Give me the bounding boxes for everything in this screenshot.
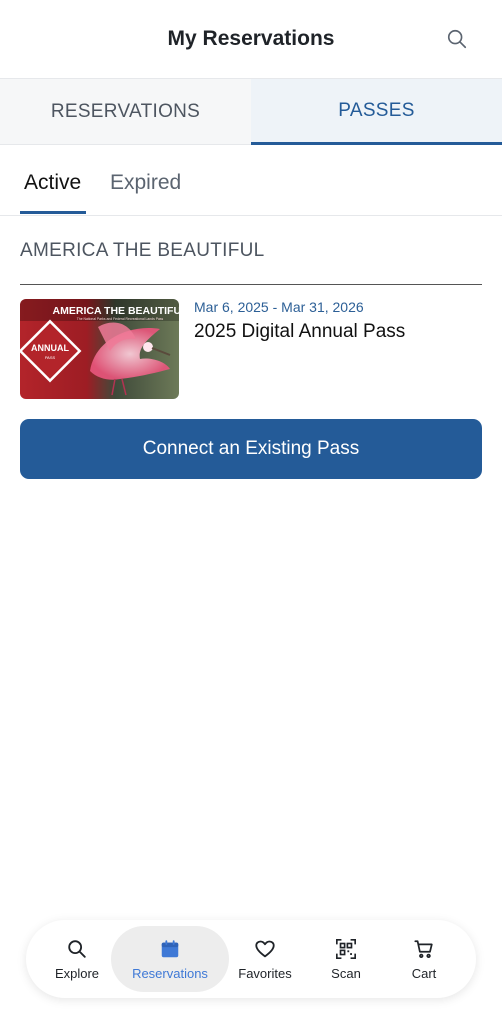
nav-item-scan[interactable]: Scan <box>310 926 382 992</box>
bottom-nav: Explore Reservations Favorites Scan Cart <box>26 920 476 998</box>
thumb-subtitle: The National Parks and Federal Recreatio… <box>77 317 164 321</box>
tab-passes[interactable]: PASSES <box>251 79 502 145</box>
section-title: AMERICA THE BEAUTIFUL <box>20 240 265 261</box>
pass-thumbnail: AMERICA THE BEAUTIFUL The National Parks… <box>20 299 179 399</box>
main-tab-bar: RESERVATIONS PASSES <box>0 79 502 145</box>
thumb-badge: ANNUAL <box>31 343 69 353</box>
nav-label-cart: Cart <box>411 965 437 981</box>
pass-dates: Mar 6, 2025 - Mar 31, 2026 <box>194 299 364 315</box>
nav-label-reservations: Reservations <box>132 965 208 981</box>
tab-passes-label: PASSES <box>338 99 415 121</box>
search-icon <box>68 939 86 958</box>
tab-reservations-label: RESERVATIONS <box>50 100 201 122</box>
qr-code-icon <box>336 938 356 959</box>
nav-label-favorites: Favorites <box>238 965 292 981</box>
pass-thumbnail-image: AMERICA THE BEAUTIFUL The National Parks… <box>20 299 179 399</box>
nav-item-favorites[interactable]: Favorites <box>229 926 301 992</box>
subtab-active[interactable]: Active <box>24 171 81 195</box>
calendar-icon <box>161 939 179 957</box>
nav-label-explore: Explore <box>54 965 100 981</box>
nav-label-scan: Scan <box>331 965 361 981</box>
active-tab-indicator <box>20 211 86 214</box>
heart-icon <box>255 940 275 957</box>
thumb-title: AMERICA THE BEAUTIFUL <box>53 305 179 317</box>
search-icon[interactable] <box>446 28 468 50</box>
connect-existing-pass-button[interactable]: Connect an Existing Pass <box>20 419 482 479</box>
page-title: My Reservations <box>167 27 335 50</box>
section-divider <box>20 284 482 285</box>
pass-name: 2025 Digital Annual Pass <box>194 321 406 342</box>
nav-item-reservations[interactable]: Reservations <box>111 926 229 992</box>
sub-tab-bar: Active Expired <box>0 145 502 216</box>
subtab-expired[interactable]: Expired <box>110 171 181 195</box>
nav-item-explore[interactable]: Explore <box>42 926 112 992</box>
cart-icon <box>414 939 433 958</box>
thumb-badge-sub: PASS <box>45 355 56 360</box>
nav-item-cart[interactable]: Cart <box>388 926 460 992</box>
pass-card[interactable]: AMERICA THE BEAUTIFUL The National Parks… <box>20 299 482 399</box>
tab-reservations[interactable]: RESERVATIONS <box>0 79 251 145</box>
app-header: My Reservations <box>0 0 502 79</box>
